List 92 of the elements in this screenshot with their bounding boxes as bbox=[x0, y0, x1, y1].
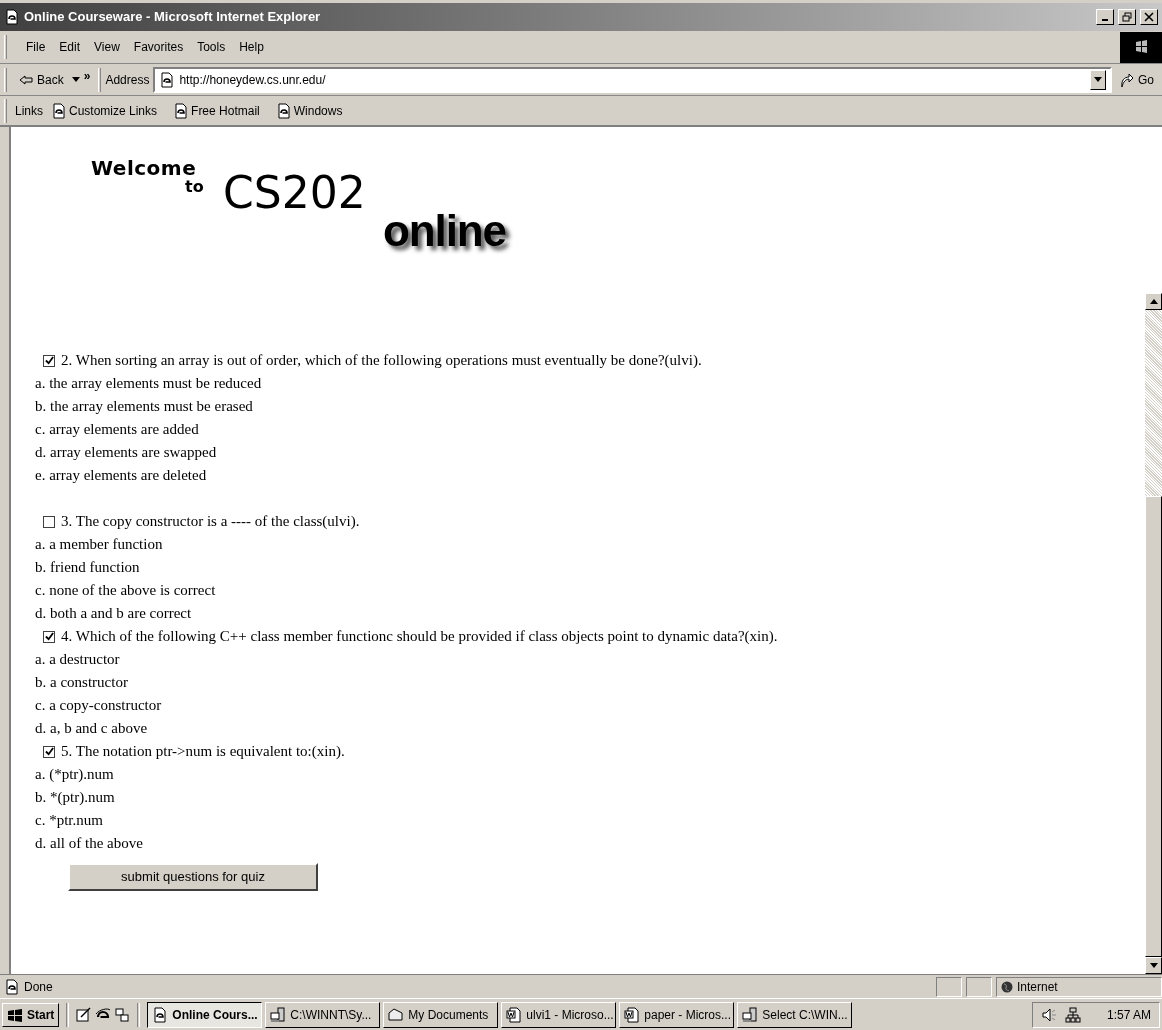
logo-subtitle: online bbox=[383, 209, 506, 253]
link-button[interactable]: Free Hotmail bbox=[173, 101, 260, 120]
speaker-icon[interactable] bbox=[1041, 1006, 1057, 1023]
answer-option: e. array elements are deleted bbox=[11, 464, 207, 487]
go-arrow-icon bbox=[1120, 71, 1134, 88]
answer-option: d. array elements are swapped bbox=[11, 441, 217, 464]
security-zone-text: Internet bbox=[1017, 978, 1058, 996]
go-button[interactable]: Go bbox=[1112, 70, 1162, 89]
submit-button[interactable]: submit questions for quiz bbox=[68, 863, 318, 891]
question-text: 2. When sorting an array is out of order, which of the following operations must eventually be done?(ulvi). bbox=[61, 351, 702, 371]
answer-option: b. friend function bbox=[11, 556, 140, 579]
answer-option: a. the array elements must be reduced bbox=[11, 372, 262, 395]
link-button[interactable]: Windows bbox=[275, 101, 343, 120]
scroll-up-button[interactable] bbox=[1145, 293, 1162, 310]
address-label: Address bbox=[105, 71, 150, 89]
menu-item[interactable]: Favorites bbox=[126, 38, 191, 56]
close-icon bbox=[1144, 12, 1154, 22]
minimize-button[interactable] bbox=[1096, 9, 1114, 25]
checkbox[interactable] bbox=[43, 745, 55, 758]
menu-item[interactable]: Tools bbox=[190, 38, 233, 56]
answer-option: c. array elements are added bbox=[11, 418, 199, 441]
question-text: 5. The notation ptr->num is equivalent to:(xin). bbox=[61, 742, 345, 762]
globe-icon bbox=[1001, 980, 1013, 993]
menu-item[interactable]: Edit bbox=[52, 38, 88, 56]
links-label: Links bbox=[15, 102, 43, 120]
taskbar-button[interactable]: ulvi1 - Microso... bbox=[501, 1001, 617, 1028]
taskbar-button[interactable]: Online Cours... bbox=[147, 1001, 263, 1028]
channels-icon[interactable] bbox=[114, 1006, 131, 1023]
dropdown-arrow-icon bbox=[1094, 77, 1102, 82]
answer-option: b. a constructor bbox=[11, 671, 128, 694]
address-field[interactable]: http://honeydew.cs.unr.edu/ bbox=[153, 66, 1112, 93]
computer-icon bbox=[742, 1006, 759, 1023]
restore-button[interactable] bbox=[1118, 9, 1136, 25]
scroll-thumb[interactable] bbox=[1145, 496, 1162, 957]
status-page-icon bbox=[4, 978, 20, 995]
menu-item[interactable]: File bbox=[19, 38, 53, 56]
browser-page-icon bbox=[152, 1006, 169, 1023]
menu-item[interactable]: Help bbox=[232, 38, 271, 56]
taskbar-button[interactable]: My Documents bbox=[383, 1001, 499, 1028]
windows-flag-icon bbox=[7, 1006, 23, 1023]
question-text: 4. Which of the following C++ class member functionc should be provided if class objects point to dynamic data?(xin). bbox=[61, 627, 778, 647]
answer-option: c. *ptr.num bbox=[11, 809, 103, 832]
link-button[interactable]: Customize Links bbox=[51, 101, 158, 120]
windows-logo-icon bbox=[1120, 31, 1162, 63]
restore-icon bbox=[1122, 12, 1132, 22]
taskbar-button[interactable]: Select C:\WIN... bbox=[737, 1001, 853, 1028]
page-icon bbox=[159, 71, 176, 88]
checkbox[interactable] bbox=[43, 354, 55, 367]
status-pane bbox=[966, 976, 992, 997]
page-icon bbox=[275, 102, 292, 119]
answer-option: d. a, b and c above bbox=[11, 717, 148, 740]
answer-option: c. none of the above is correct bbox=[11, 579, 216, 602]
answer-option: a. (*ptr).num bbox=[11, 763, 114, 786]
answer-option: a. a destructor bbox=[11, 648, 120, 671]
folder-icon bbox=[388, 1006, 405, 1023]
checkbox[interactable] bbox=[43, 515, 55, 528]
document-icon bbox=[624, 1006, 641, 1023]
window-title: Online Courseware - Microsoft Internet Explorer bbox=[24, 8, 321, 27]
scroll-down-button[interactable] bbox=[1145, 957, 1162, 974]
address-dropdown-button[interactable] bbox=[1090, 69, 1106, 90]
vertical-scrollbar[interactable] bbox=[1145, 293, 1162, 974]
back-button[interactable]: Back bbox=[15, 70, 68, 89]
scroll-arrow-icon bbox=[1149, 299, 1158, 304]
menu-item[interactable]: View bbox=[87, 38, 127, 56]
answer-option: a. a member function bbox=[11, 533, 163, 556]
answer-option: d. all of the above bbox=[11, 832, 143, 855]
logo-title: CS202 bbox=[223, 171, 366, 215]
back-arrow-icon bbox=[19, 74, 33, 85]
answer-option: b. the array elements must be erased bbox=[11, 395, 253, 418]
more-buttons-chevron[interactable]: » bbox=[83, 66, 91, 85]
document-icon bbox=[506, 1006, 523, 1023]
answer-option: c. a copy-constructor bbox=[11, 694, 162, 717]
taskbar-button[interactable]: paper - Micros... bbox=[619, 1001, 735, 1028]
clock: 1:57 AM bbox=[1106, 1006, 1151, 1024]
taskbar-button[interactable]: C:\WINNT\Sy... bbox=[265, 1001, 381, 1028]
page-icon bbox=[173, 102, 190, 119]
network-icon[interactable] bbox=[1065, 1006, 1081, 1023]
status-text: Done bbox=[24, 978, 54, 996]
question-text: 3. The copy constructor is a ---- of the class(ulvi). bbox=[61, 512, 360, 532]
desktop-icon[interactable] bbox=[76, 1006, 93, 1023]
close-button[interactable] bbox=[1140, 9, 1158, 25]
window-icon bbox=[4, 9, 20, 25]
answer-option: b. *(ptr).num bbox=[11, 786, 115, 809]
dropdown-arrow-icon[interactable] bbox=[71, 77, 80, 82]
answer-option: d. both a and b are correct bbox=[11, 602, 192, 625]
scroll-arrow-icon bbox=[1149, 963, 1158, 968]
status-pane bbox=[936, 976, 962, 997]
computer-icon bbox=[270, 1006, 287, 1023]
page-icon bbox=[51, 102, 67, 119]
start-button[interactable]: Start bbox=[2, 1002, 60, 1027]
minimize-icon bbox=[1102, 19, 1108, 21]
checkbox[interactable] bbox=[43, 630, 55, 643]
